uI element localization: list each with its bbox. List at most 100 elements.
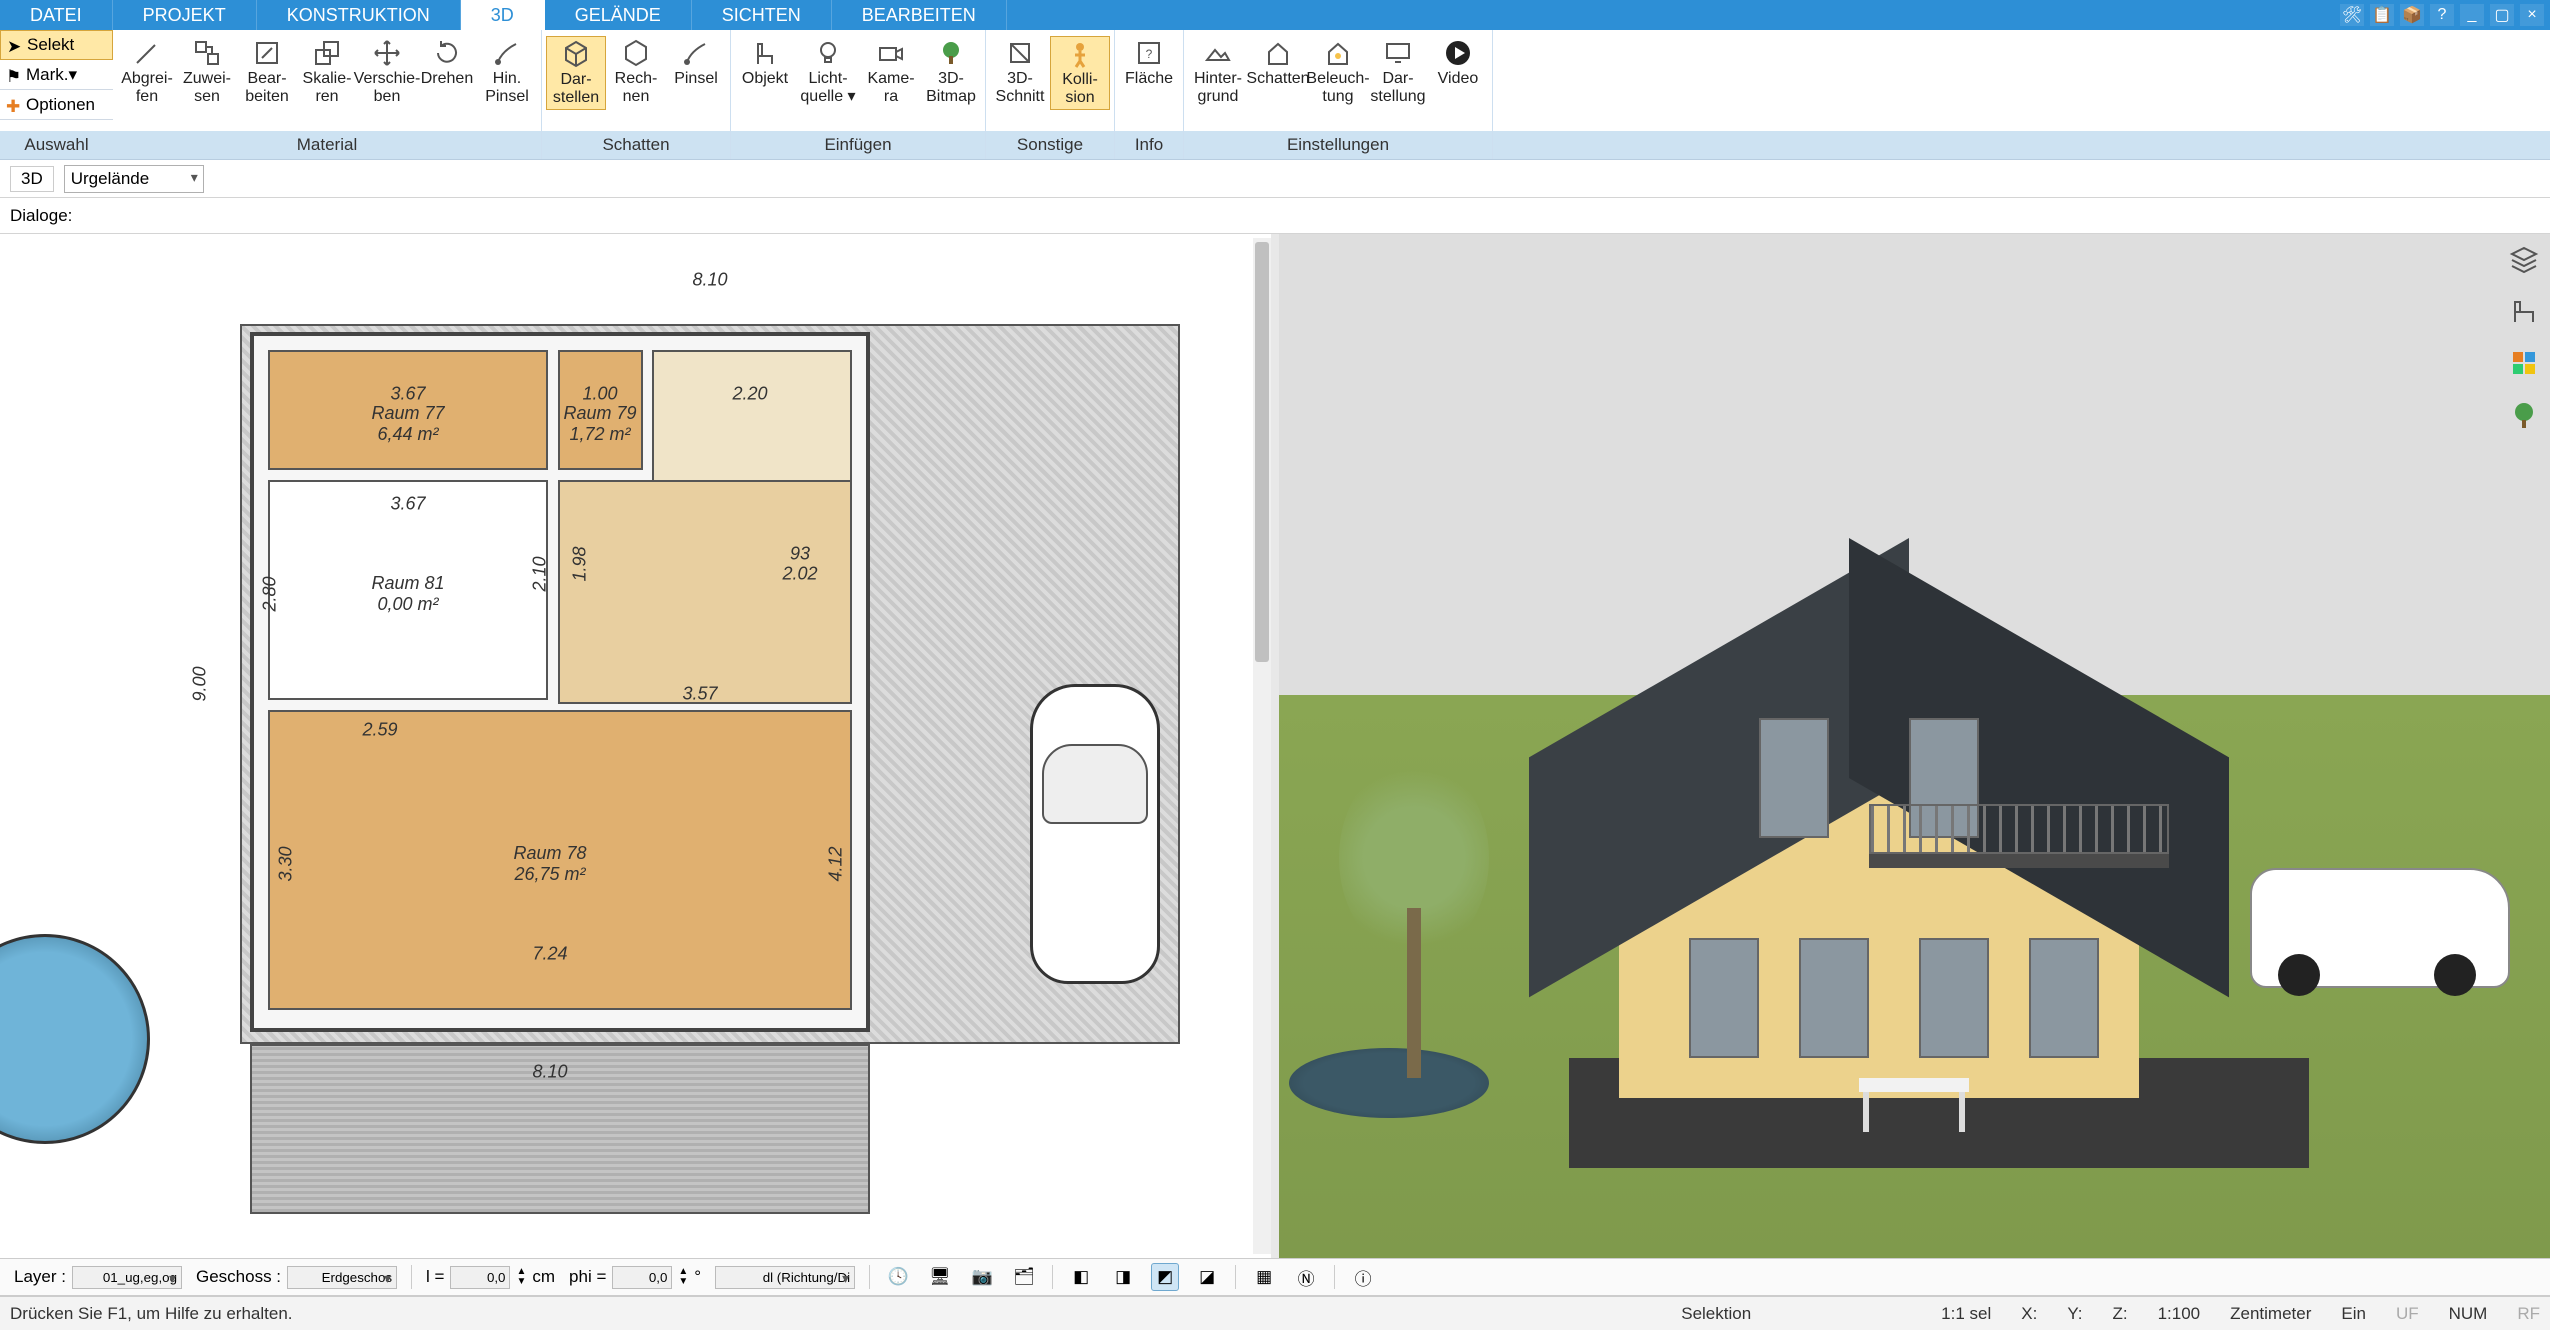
cube-icon — [559, 39, 593, 69]
maximize-icon[interactable]: ▢ — [2490, 4, 2514, 26]
tool-lichtquelle[interactable]: Licht- quelle ▾ — [795, 36, 861, 108]
tool-3dbitmap[interactable]: 3D- Bitmap — [921, 36, 981, 108]
camera-icon — [874, 38, 908, 68]
view-subbar: 3D — [0, 160, 2550, 198]
play-icon — [1441, 38, 1475, 68]
house-3d — [1559, 538, 2199, 1098]
room-label: Raum 78 26,75 m² — [513, 843, 586, 885]
tool-zuweisen[interactable]: Zuwei- sen — [177, 36, 237, 108]
grid-icon[interactable]: ▦ — [1250, 1263, 1278, 1291]
einstellungen-group-label: Einstellungen — [1184, 131, 1492, 159]
tool-video[interactable]: Video — [1428, 36, 1488, 90]
plants-icon[interactable] — [2507, 398, 2541, 432]
dim: 7.24 — [532, 944, 567, 965]
dialoge-bar: Dialoge: — [0, 198, 2550, 234]
svg-text:?: ? — [1146, 47, 1153, 61]
brush-back-icon — [490, 38, 524, 68]
tool-icon[interactable]: 🛠 — [2340, 4, 2364, 26]
tool-drehen[interactable]: Drehen — [417, 36, 477, 90]
tool-kamera[interactable]: Kame- ra — [861, 36, 921, 108]
status-ein: Ein — [2341, 1304, 2366, 1324]
tool-label: Abgrei- fen — [121, 70, 173, 106]
area-icon: ? — [1132, 38, 1166, 68]
tool-darstellung[interactable]: Dar- stellung — [1368, 36, 1428, 108]
material-group-label: Material — [113, 131, 541, 159]
clock-icon[interactable]: 🕓 — [884, 1263, 912, 1291]
info-small-icon[interactable]: ⓘ — [1349, 1263, 1377, 1291]
tab-gelaende[interactable]: GELÄNDE — [545, 0, 692, 30]
tool-beleuchtung[interactable]: Beleuch- tung — [1308, 36, 1368, 108]
geschoss-combo[interactable] — [287, 1266, 397, 1289]
tool-3dschnitt[interactable]: 3D- Schnitt — [990, 36, 1050, 108]
monitor-icon[interactable]: 🖥 — [926, 1263, 954, 1291]
tool-hinpinsel[interactable]: Hin. Pinsel — [477, 36, 537, 108]
tool-abgreifen[interactable]: Abgrei- fen — [117, 36, 177, 108]
brush-icon — [679, 38, 713, 68]
tree-icon — [934, 38, 968, 68]
dim: 1.98 — [570, 546, 591, 581]
tool-verschieben[interactable]: Verschie- ben — [357, 36, 417, 108]
tool-pinsel[interactable]: Pinsel — [666, 36, 726, 90]
furniture-icon[interactable] — [2507, 294, 2541, 328]
tab-konstruktion[interactable]: KONSTRUKTION — [257, 0, 461, 30]
layer-combo[interactable] — [72, 1266, 182, 1289]
layer-label: Layer : — [14, 1267, 66, 1287]
stack-icon[interactable]: 🗂 — [1010, 1263, 1038, 1291]
dim: 3.57 — [682, 684, 717, 705]
patio-furniture — [1799, 1058, 2019, 1138]
tab-sichten[interactable]: SICHTEN — [692, 0, 832, 30]
tool-schatten[interactable]: Schatten — [1248, 36, 1308, 90]
status-scale: 1:100 — [2158, 1304, 2201, 1324]
layer-c-icon[interactable]: ◩ — [1151, 1263, 1179, 1291]
tool-rechnen[interactable]: Rech- nen — [606, 36, 666, 108]
layer-b-icon[interactable]: ◨ — [1109, 1263, 1137, 1291]
north-icon[interactable]: Ⓝ — [1292, 1263, 1320, 1291]
optionen-button[interactable]: ✚Optionen — [0, 90, 113, 120]
materials-icon[interactable] — [2507, 346, 2541, 380]
clipboard-icon[interactable]: 📋 — [2370, 4, 2394, 26]
tool-skalieren[interactable]: Skalie- ren — [297, 36, 357, 108]
tool-label: Verschie- ben — [354, 70, 421, 106]
gelaende-combo[interactable] — [64, 165, 204, 193]
move-icon — [370, 38, 404, 68]
vertical-scrollbar[interactable] — [1253, 238, 1271, 1254]
tab-datei[interactable]: DATEI — [0, 0, 113, 30]
tab-bearbeiten[interactable]: BEARBEITEN — [832, 0, 1007, 30]
tool-bearbeiten[interactable]: Bear- beiten — [237, 36, 297, 108]
status-help: Drücken Sie F1, um Hilfe zu erhalten. — [10, 1304, 293, 1324]
l-unit: cm — [532, 1267, 555, 1287]
tool-hintergrund[interactable]: Hinter- grund — [1188, 36, 1248, 108]
tool-kollision[interactable]: Kolli- sion — [1050, 36, 1110, 110]
layer-d-icon[interactable]: ◪ — [1193, 1263, 1221, 1291]
background-icon — [1201, 38, 1235, 68]
tab-3d[interactable]: 3D — [461, 0, 545, 30]
person-icon — [1063, 39, 1097, 69]
camera-small-icon[interactable]: 📷 — [968, 1263, 996, 1291]
richtung-combo[interactable] — [715, 1266, 855, 1289]
tool-label: Objekt — [742, 70, 788, 88]
status-selektion: Selektion — [1681, 1304, 1751, 1324]
status-sel-ratio: 1:1 sel — [1941, 1304, 1991, 1324]
selekt-button[interactable]: ➤Selekt — [0, 30, 113, 60]
tool-flaeche[interactable]: ?Fläche — [1119, 36, 1179, 90]
house-shadow-icon — [1261, 38, 1295, 68]
layers-icon[interactable] — [2507, 242, 2541, 276]
tab-projekt[interactable]: PROJEKT — [113, 0, 257, 30]
tool-objekt[interactable]: Objekt — [735, 36, 795, 90]
help-icon[interactable]: ? — [2430, 4, 2454, 26]
tool-darstellen[interactable]: Dar- stellen — [546, 36, 606, 110]
dim: 8.10 — [532, 1062, 567, 1083]
mark-button[interactable]: ⚑Mark. ▾ — [0, 60, 113, 90]
phi-input[interactable] — [612, 1266, 672, 1289]
car-2d — [1030, 684, 1160, 984]
selekt-label: Selekt — [27, 35, 74, 55]
box-icon[interactable]: 📦 — [2400, 4, 2424, 26]
tool-label: Dar- stellen — [553, 71, 599, 107]
close-icon[interactable]: × — [2520, 4, 2544, 26]
l-input[interactable] — [450, 1266, 510, 1289]
minimize-icon[interactable]: _ — [2460, 4, 2484, 26]
room-label: Raum 81 0,00 m² — [371, 573, 444, 615]
plan-2d-view[interactable]: 8.10 9.00 3.67 Raum 77 6,44 m² 3.67 Raum… — [0, 234, 1279, 1258]
view-3d[interactable] — [1279, 234, 2550, 1258]
layer-a-icon[interactable]: ◧ — [1067, 1263, 1095, 1291]
